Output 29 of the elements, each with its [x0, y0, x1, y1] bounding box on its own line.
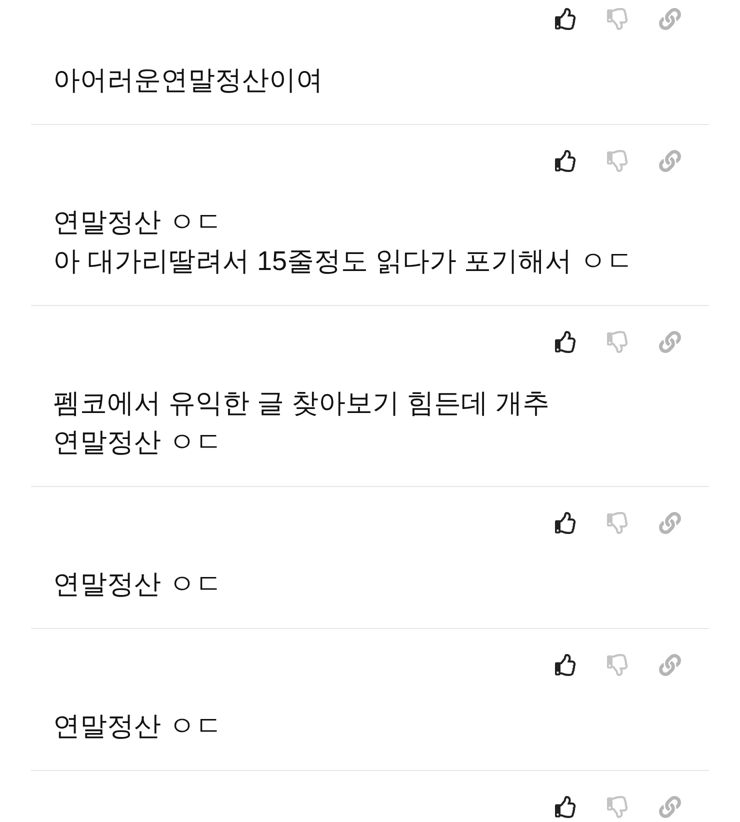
comment-text: 연말정산 ㅇㄷ 아 대가리딸려서 15줄정도 읽다가 포기해서 ㅇㄷ [52, 206, 635, 278]
thumbs-down-icon [607, 8, 629, 30]
thumbs-up-icon [555, 796, 577, 818]
thumbs-up-icon [555, 331, 577, 353]
link-button[interactable] [656, 651, 684, 679]
link-button[interactable] [656, 5, 684, 33]
link-icon [659, 796, 681, 818]
thumbs-up-icon [555, 8, 577, 30]
thumbs-up-icon [555, 150, 577, 172]
thumbs-down-icon [607, 512, 629, 534]
comment-text: 연말정산 ㅇㄷ [52, 568, 224, 601]
link-icon [659, 331, 681, 353]
link-button[interactable] [656, 328, 684, 356]
thumbs-up-icon [555, 512, 577, 534]
comment-text: 연말정산 ㅇㄷ [52, 710, 224, 743]
thumbs-down-icon [607, 654, 629, 676]
link-icon [659, 512, 681, 534]
link-icon [659, 654, 681, 676]
link-button[interactable] [656, 509, 684, 537]
link-button[interactable] [656, 147, 684, 175]
link-button[interactable] [656, 793, 684, 821]
thumbs-down-icon [607, 150, 629, 172]
link-icon [659, 150, 681, 172]
comment-text: 펨코에서 유익한 글 찾아보기 힘든데 개추 연말정산 ㅇㄷ [52, 387, 551, 459]
thumbs-up-icon [555, 654, 577, 676]
comment-text: 아어러운연말정산이여 [52, 64, 324, 97]
link-icon [659, 8, 681, 30]
thumbs-down-icon [607, 331, 629, 353]
thumbs-down-icon [607, 796, 629, 818]
